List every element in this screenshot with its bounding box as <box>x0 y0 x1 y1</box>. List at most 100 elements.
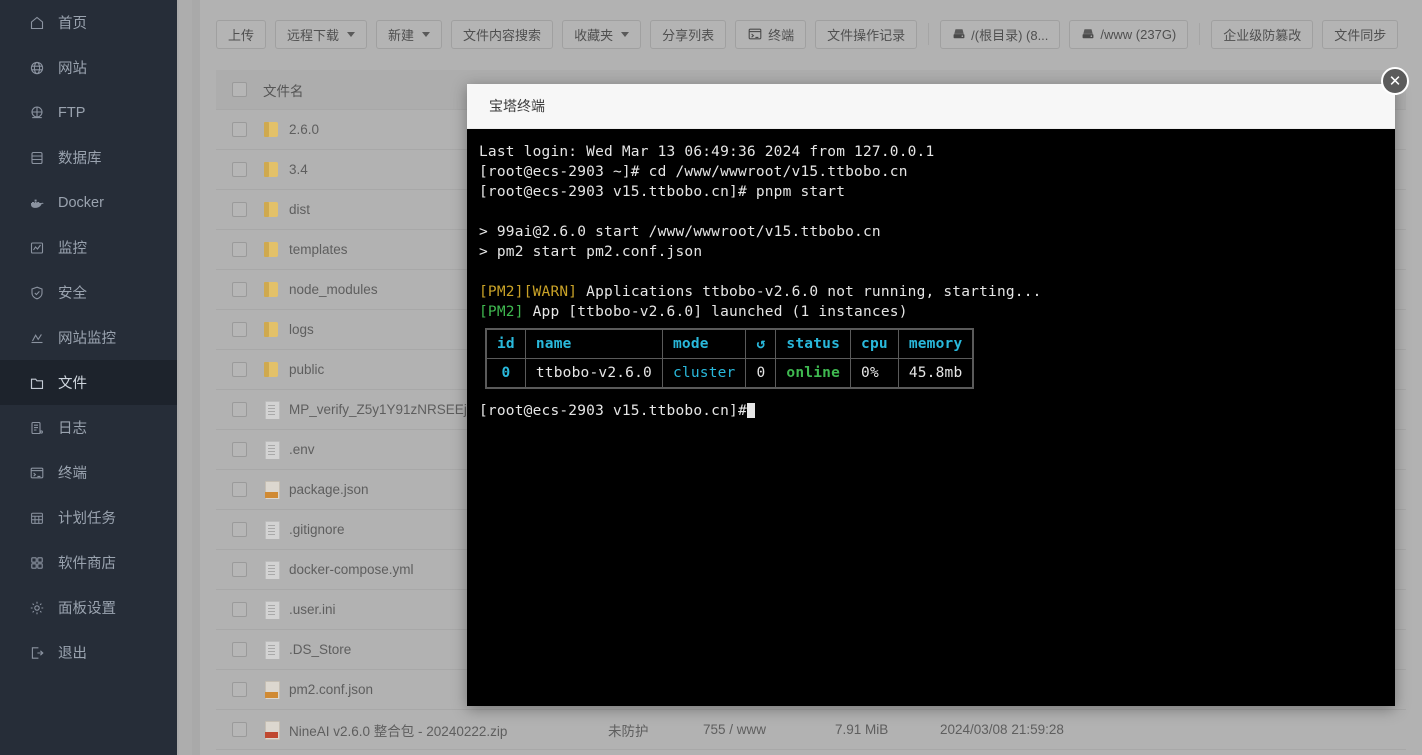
file-name-label: logs <box>289 322 314 337</box>
cell-protection: 未防护 <box>608 723 649 739</box>
pm2-cell-id: 0 <box>486 358 526 388</box>
terminal-prompt: [root@ecs-2903 v15.ttbobo.cn]# <box>479 403 747 419</box>
row-checkbox[interactable] <box>232 522 247 537</box>
toolbar-button-12[interactable]: 文件同步 <box>1322 19 1399 49</box>
ftp-icon <box>28 104 46 122</box>
row-select-cell[interactable] <box>216 602 263 617</box>
terminal-cursor <box>746 403 755 418</box>
row-checkbox[interactable] <box>232 122 247 137</box>
row-checkbox[interactable] <box>232 482 247 497</box>
toolbar-separator <box>1199 23 1201 45</box>
row-checkbox[interactable] <box>232 442 247 457</box>
sidebar-item-1[interactable]: 首页 <box>0 0 177 45</box>
row-select-cell[interactable] <box>216 522 263 537</box>
pm2-tag: [PM2] <box>479 284 524 300</box>
row-checkbox[interactable] <box>232 282 247 297</box>
toolbar-button-8[interactable]: 文件操作记录 <box>815 19 918 49</box>
toolbar-button-2[interactable]: 远程下载 <box>275 19 368 49</box>
row-select-cell[interactable] <box>216 722 263 737</box>
toolbar-button-9[interactable]: /(根目录) (8... <box>940 19 1061 49</box>
row-select-cell[interactable] <box>216 402 263 417</box>
cell-permission: 755 / www <box>703 722 767 737</box>
sidebar-item-10[interactable]: 日志 <box>0 405 177 450</box>
file-toolbar: 上传 远程下载 新建 文件内容搜索 收藏夹 分享列表 终端 文件操作记录 /(根目录) (8..… <box>200 12 1399 56</box>
terminal-line-text: Applications ttbobo-v2.6.0 not running, … <box>577 284 1042 300</box>
row-select-cell[interactable] <box>216 242 263 257</box>
row-select-cell[interactable] <box>216 322 263 337</box>
sidebar-item-label: 终端 <box>58 466 87 482</box>
toolbar-button-6[interactable]: 分享列表 <box>650 19 727 49</box>
sidebar-item-label: 数据库 <box>58 151 102 167</box>
row-select-cell[interactable] <box>216 162 263 177</box>
sidebar-item-2[interactable]: 网站 <box>0 45 177 90</box>
row-select-cell[interactable] <box>216 562 263 577</box>
row-checkbox[interactable] <box>232 242 247 257</box>
row-checkbox[interactable] <box>232 162 247 177</box>
terminal-line-info: [PM2] App [ttbobo-v2.6.0] launched (1 in… <box>479 302 1395 322</box>
warn-tag: [WARN] <box>523 284 578 300</box>
sidebar-item-7[interactable]: 安全 <box>0 270 177 315</box>
sidebar-item-6[interactable]: 监控 <box>0 225 177 270</box>
doc-icon <box>263 640 280 659</box>
file-name-label: node_modules <box>289 282 378 297</box>
row-select-cell[interactable] <box>216 682 263 697</box>
toolbar-button-label: 终端 <box>768 27 795 43</box>
sidebar-item-13[interactable]: 软件商店 <box>0 540 177 585</box>
toolbar-button-3[interactable]: 新建 <box>376 19 443 49</box>
sidebar-item-8[interactable]: 网站监控 <box>0 315 177 360</box>
sidebar-item-label: Docker <box>58 194 104 211</box>
sidebar-item-12[interactable]: 计划任务 <box>0 495 177 540</box>
terminal-output[interactable]: Last login: Wed Mar 13 06:49:36 2024 fro… <box>467 129 1395 706</box>
sidebar-item-15[interactable]: 退出 <box>0 630 177 675</box>
row-checkbox[interactable] <box>232 602 247 617</box>
row-select-cell[interactable] <box>216 442 263 457</box>
select-all-checkbox[interactable] <box>232 82 247 97</box>
sidebar-item-9[interactable]: 文件 <box>0 360 177 405</box>
row-select-cell[interactable] <box>216 282 263 297</box>
row-checkbox[interactable] <box>232 202 247 217</box>
toolbar-button-10[interactable]: /www (237G) <box>1069 19 1189 49</box>
table-row[interactable]: NineAI v2.6.0 整合包 - 20240222.zip 未防护 755 /… <box>216 710 1406 750</box>
cell-name[interactable]: NineAI v2.6.0 整合包 - 20240222.zip <box>263 720 608 740</box>
toolbar-button-11[interactable]: 企业级防篡改 <box>1211 19 1314 49</box>
row-select-cell[interactable] <box>216 202 263 217</box>
sidebar-item-label: 首页 <box>58 16 87 32</box>
pm2-data-row: 0 ttbobo-v2.6.0 cluster 0 online 0% 45.8mb <box>486 358 974 388</box>
pm2-header-row: id name mode ↺ status cpu memory <box>486 329 974 359</box>
select-all-cell[interactable] <box>216 82 263 97</box>
folder-icon <box>28 374 46 392</box>
row-checkbox[interactable] <box>232 402 247 417</box>
folder-icon <box>263 320 280 339</box>
terminal-line-warn: [PM2][WARN] Applications ttbobo-v2.6.0 n… <box>479 282 1395 302</box>
row-checkbox[interactable] <box>232 562 247 577</box>
toolbar-button-7[interactable]: 终端 <box>735 19 807 49</box>
sidebar-item-5[interactable]: Docker <box>0 180 177 225</box>
row-select-cell[interactable] <box>216 482 263 497</box>
sidebar-item-11[interactable]: 终端 <box>0 450 177 495</box>
row-select-cell[interactable] <box>216 642 263 657</box>
row-checkbox[interactable] <box>232 362 247 377</box>
json-icon <box>263 480 280 499</box>
toolbar-button-1[interactable]: 上传 <box>216 19 267 49</box>
gear-icon <box>28 599 46 617</box>
folder-icon <box>263 360 280 379</box>
close-icon[interactable]: ✕ <box>1381 67 1409 95</box>
sidebar-item-4[interactable]: 数据库 <box>0 135 177 180</box>
page-scrollbar[interactable] <box>179 0 192 755</box>
sidebar-item-14[interactable]: 面板设置 <box>0 585 177 630</box>
row-checkbox[interactable] <box>232 722 247 737</box>
toolbar-button-5[interactable]: 收藏夹 <box>562 19 642 49</box>
toolbar-button-4[interactable]: 文件内容搜索 <box>451 19 554 49</box>
sidebar-item-3[interactable]: FTP <box>0 90 177 135</box>
page-scroll-gutter <box>177 0 200 755</box>
json-icon <box>263 680 280 699</box>
folder-icon <box>263 240 280 259</box>
toolbar-button-label: 企业级防篡改 <box>1223 27 1302 43</box>
file-name-label: NineAI v2.6.0 整合包 - 20240222.zip <box>289 723 508 739</box>
row-select-cell[interactable] <box>216 122 263 137</box>
row-checkbox[interactable] <box>232 642 247 657</box>
row-checkbox[interactable] <box>232 682 247 697</box>
row-select-cell[interactable] <box>216 362 263 377</box>
row-checkbox[interactable] <box>232 322 247 337</box>
